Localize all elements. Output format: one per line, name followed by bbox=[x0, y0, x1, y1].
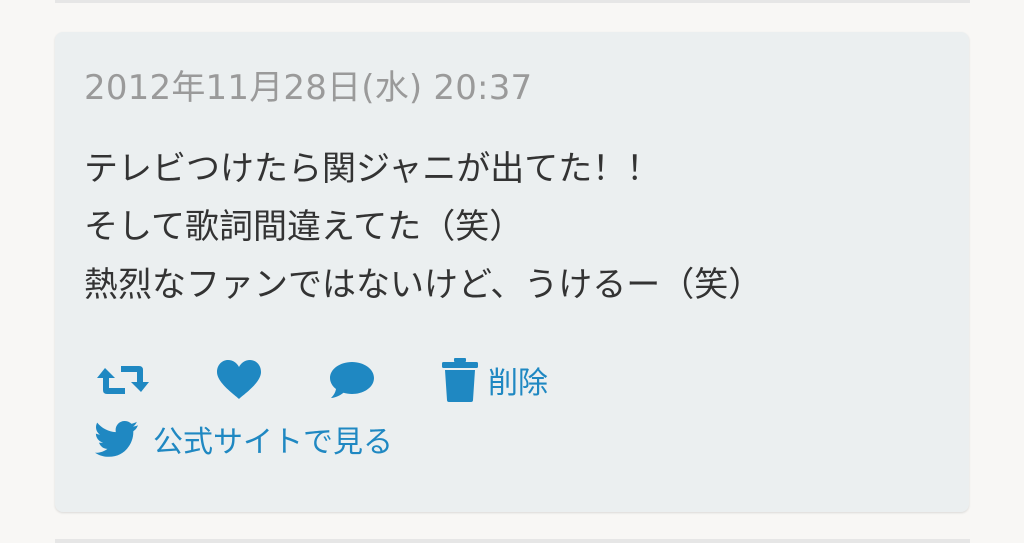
official-site-label: 公式サイトで見る bbox=[153, 425, 393, 460]
tweet-text: テレビつけたら関ジャニが出てた！！ そして歌詞間違えてた（笑） 熱烈なファンでは… bbox=[84, 140, 762, 314]
tweet-timestamp: 2012年11月28日(水) 20:37 bbox=[84, 68, 533, 108]
retweet-button[interactable] bbox=[95, 352, 151, 408]
reply-button[interactable] bbox=[328, 352, 376, 408]
top-divider bbox=[55, 0, 970, 3]
heart-icon bbox=[217, 360, 261, 399]
tweet-line: 熱烈なファンではないけど、うけるー（笑） bbox=[84, 265, 763, 305]
speech-bubble-icon bbox=[330, 362, 374, 398]
retweet-icon bbox=[97, 366, 149, 394]
delete-button[interactable]: 削除 bbox=[440, 352, 548, 408]
twitter-bird-icon bbox=[95, 421, 138, 457]
tweet-line: テレビつけたら関ジャニが出てた！！ bbox=[84, 149, 661, 189]
bottom-divider bbox=[55, 539, 970, 543]
delete-label: 削除 bbox=[488, 366, 548, 401]
tweet-line: そして歌詞間違えてた（笑） bbox=[84, 207, 524, 247]
trash-icon bbox=[442, 358, 478, 402]
official-site-link[interactable]: 公式サイトで見る bbox=[95, 414, 393, 464]
like-button[interactable] bbox=[215, 352, 263, 408]
tweet-card: 2012年11月28日(水) 20:37 テレビつけたら関ジャニが出てた！！ そ… bbox=[55, 32, 969, 512]
